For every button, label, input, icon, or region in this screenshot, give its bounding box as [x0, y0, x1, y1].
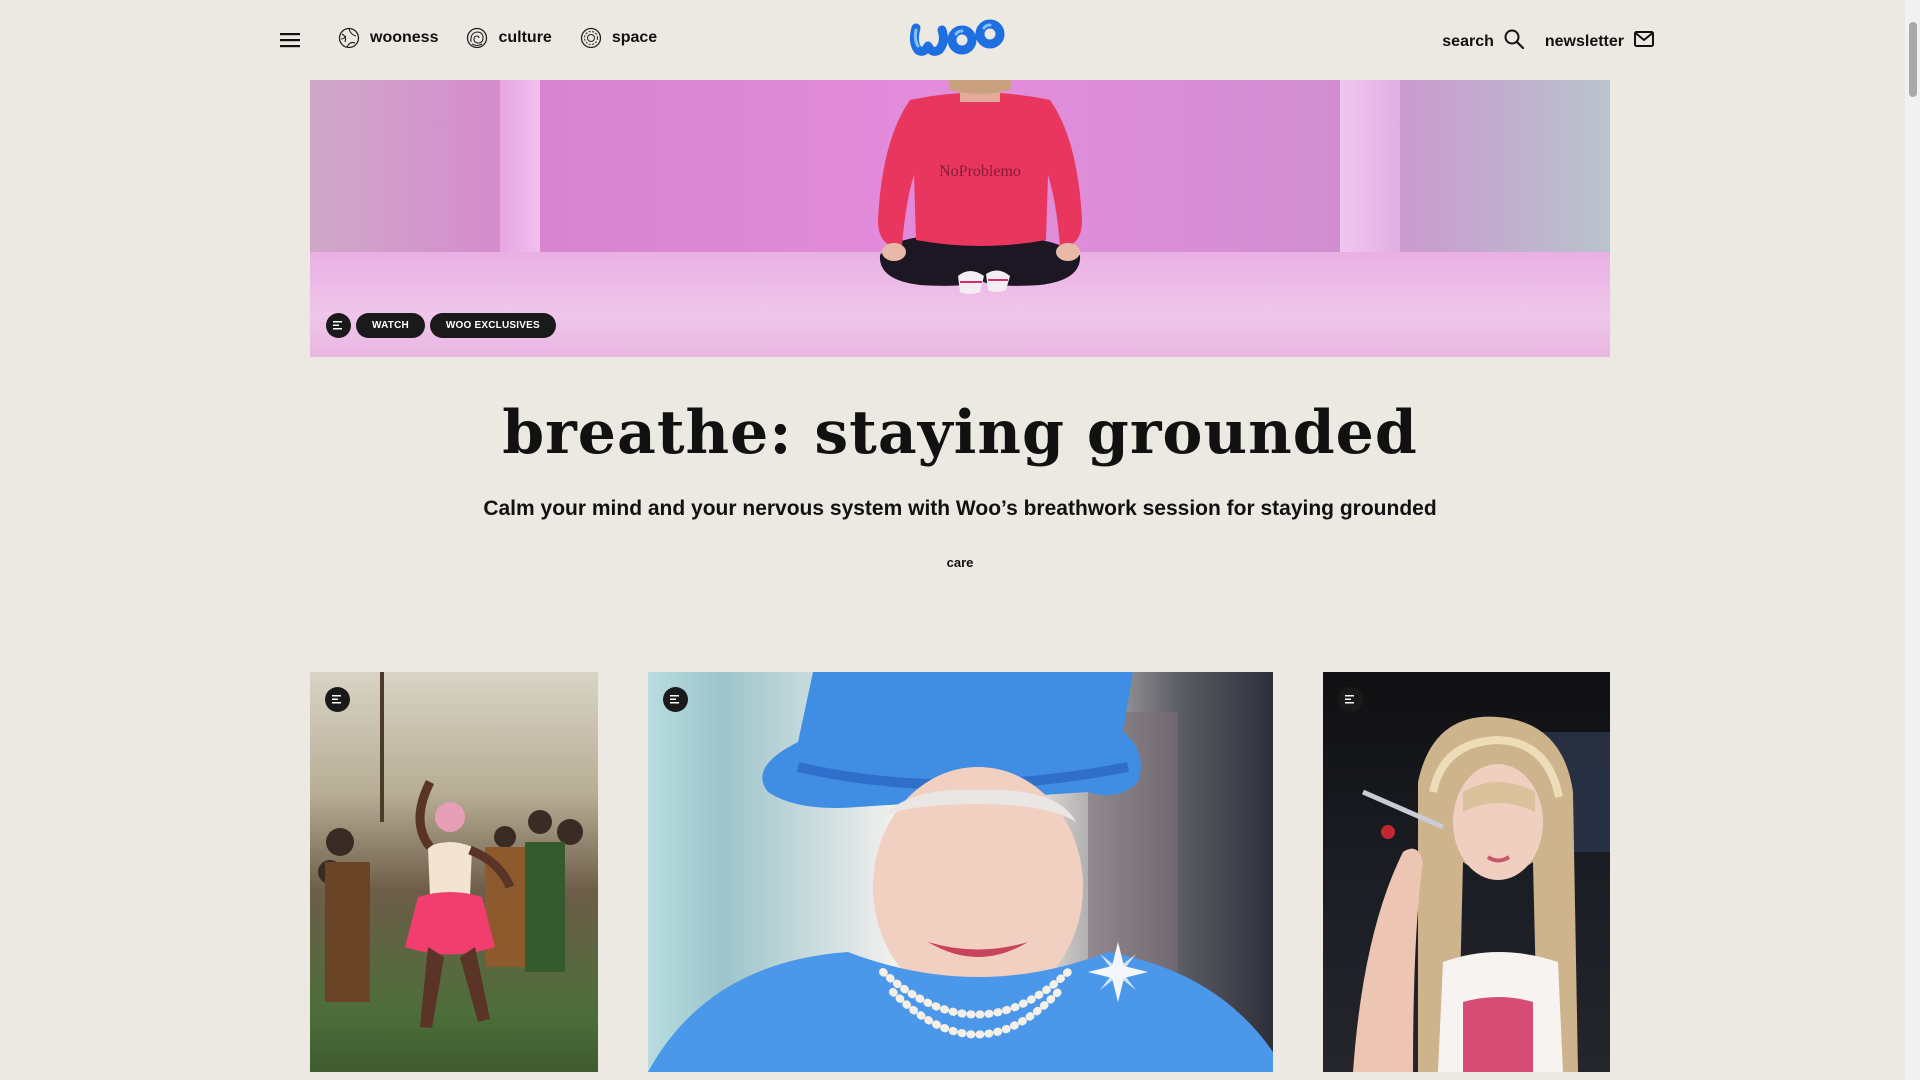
hero-backdrop-left	[500, 80, 540, 265]
card-2-illustration	[648, 672, 1273, 1072]
page-scrollbar[interactable]	[1905, 0, 1920, 1080]
concentric-circles-icon	[580, 27, 602, 49]
newsletter-label: newsletter	[1544, 32, 1624, 50]
card-1-illustration	[318, 672, 583, 1028]
related-card-3[interactable]	[1323, 672, 1610, 1072]
hamburger-menu-icon[interactable]	[278, 28, 302, 52]
related-card-2[interactable]	[648, 672, 1273, 1072]
globe-pattern-icon	[338, 27, 360, 49]
card-3-illustration	[1353, 716, 1610, 1072]
related-card-1[interactable]	[310, 672, 598, 1072]
tag-watch[interactable]: WATCH	[356, 313, 425, 338]
text-lines-icon	[1338, 687, 1363, 712]
main-nav: wooness culture space	[338, 27, 657, 49]
sweatshirt-text: NoProblemo	[939, 163, 1021, 180]
hero-backdrop-right	[1340, 80, 1400, 265]
tag-woo-exclusives[interactable]: WOO EXCLUSIVES	[429, 313, 556, 338]
woo-logo[interactable]	[906, 10, 1010, 64]
envelope-icon	[1633, 28, 1655, 55]
header-actions: search newsletter	[1442, 28, 1655, 55]
hero-person-illustration: NoProblemo	[878, 80, 1082, 294]
nav-item-wooness[interactable]: wooness	[338, 27, 438, 49]
article-title: breathe: staying grounded	[502, 398, 1418, 468]
newsletter-link[interactable]: newsletter	[1545, 28, 1655, 55]
category-link[interactable]: care	[310, 555, 1610, 570]
nav-item-label: wooness	[370, 29, 439, 46]
search-icon	[1503, 28, 1525, 55]
nav-item-space[interactable]: space	[580, 27, 657, 49]
hero-image[interactable]: NoProblemo WATCH WOO EXCLUSIVES	[310, 80, 1610, 357]
hero-tags: WATCH WOO EXCLUSIVES	[326, 313, 556, 338]
nav-item-culture[interactable]: culture	[466, 27, 552, 49]
article-subtitle: Calm your mind and your nervous system w…	[483, 497, 1437, 520]
search-link[interactable]: search	[1442, 28, 1525, 55]
nav-item-label: culture	[498, 29, 552, 46]
text-lines-icon	[326, 313, 351, 338]
nav-item-label: space	[611, 29, 658, 46]
site-header: wooness culture space search newsletter	[0, 0, 1905, 80]
spiral-icon	[466, 27, 488, 49]
search-label: search	[1442, 32, 1494, 50]
text-lines-icon	[663, 687, 688, 712]
text-lines-icon	[325, 687, 350, 712]
scrollbar-thumb[interactable]	[1909, 22, 1917, 97]
